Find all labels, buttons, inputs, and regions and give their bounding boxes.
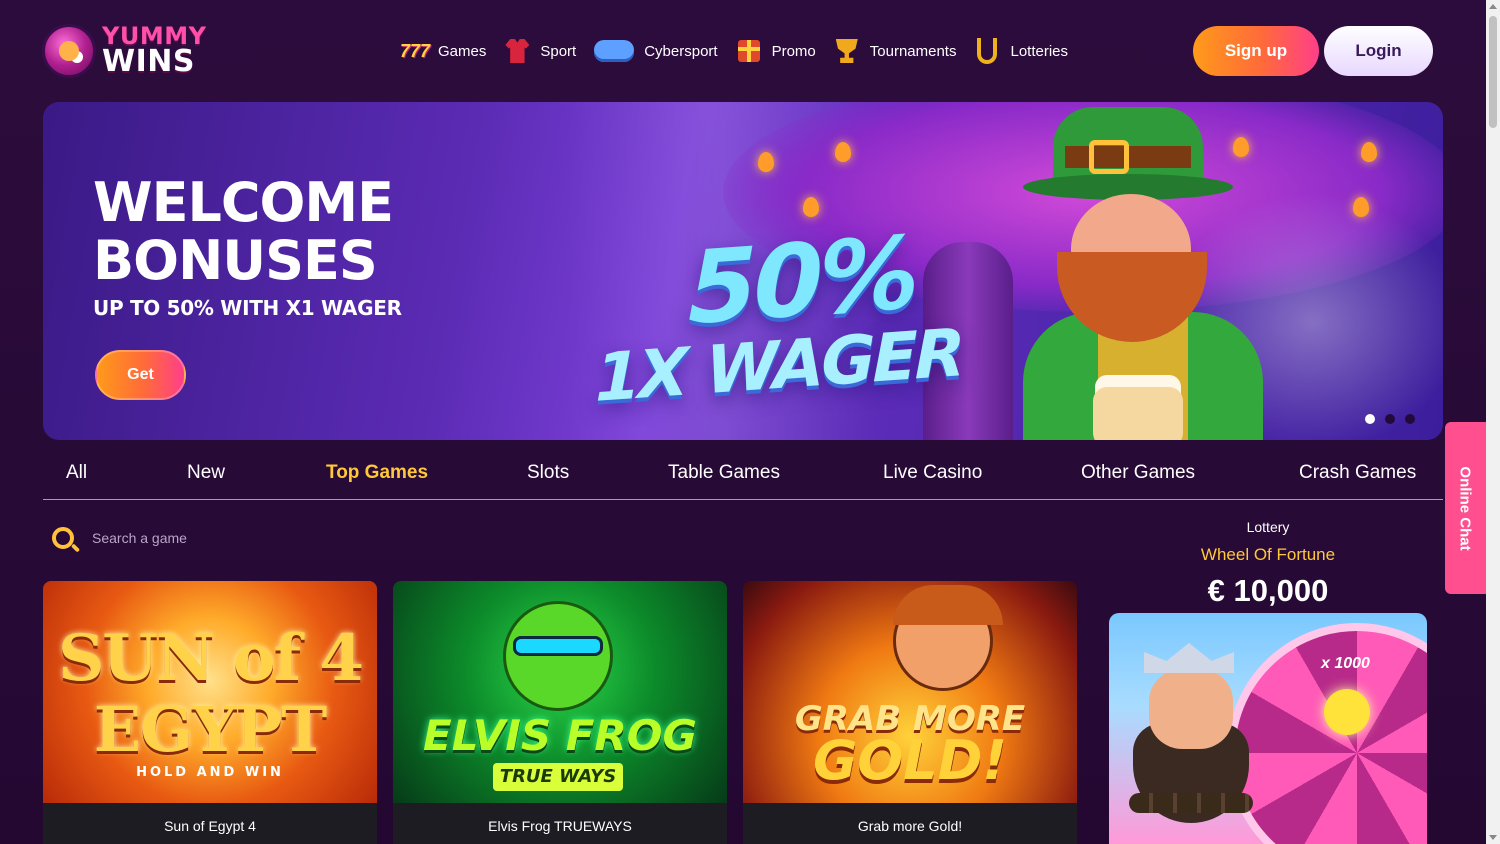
search-icon[interactable] <box>52 527 74 549</box>
tab-all[interactable]: All <box>66 462 87 484</box>
banner-title-line-1: WELCOME <box>93 171 394 234</box>
slot-777-icon: 777 <box>399 40 431 61</box>
nav-item-games[interactable]: 777 Games <box>400 38 486 64</box>
scrollbar-thumb[interactable] <box>1489 16 1497 128</box>
scroll-down-arrow-icon[interactable] <box>1489 835 1497 840</box>
banner-subtitle: UP TO 50% WITH X1 WAGER <box>93 296 402 320</box>
carousel-dot-1[interactable] <box>1365 414 1375 424</box>
nav-label: Games <box>438 42 487 60</box>
banner-get-button[interactable]: Get <box>95 350 186 400</box>
game-name[interactable]: Sun of Egypt 4 <box>43 803 377 844</box>
game-thumbnail[interactable]: ELVIS FROG TRUE WAYS <box>393 581 727 803</box>
nav-item-sport[interactable]: Sport <box>502 38 576 64</box>
tab-slots[interactable]: Slots <box>527 462 569 484</box>
lottery-image[interactable]: x 1000 <box>1109 613 1427 844</box>
hero-banner[interactable]: WELCOME BONUSES UP TO 50% WITH X1 WAGER … <box>43 102 1443 440</box>
lottery-panel: Lottery Wheel Of Fortune € 10,000 x 1000 <box>1109 515 1427 844</box>
game-art-tagline: TRUE WAYS <box>493 763 623 791</box>
game-card[interactable]: SUN of 4 EGYPT HOLD AND WIN Sun of Egypt… <box>43 581 377 844</box>
jersey-icon <box>502 38 532 64</box>
nav-label: Lotteries <box>1010 42 1069 60</box>
game-art-title: GOLD! <box>812 729 1008 792</box>
lottery-prize: € 10,000 <box>1207 573 1329 608</box>
logo-mascot-icon <box>42 24 96 78</box>
lottery-name[interactable]: Wheel Of Fortune <box>1109 545 1427 565</box>
nav-item-cybersport[interactable]: Cybersport <box>592 38 718 64</box>
carousel-dot-2[interactable] <box>1385 414 1395 424</box>
logo-text: YUMMY WINS <box>102 24 207 80</box>
nav-label: Cybersport <box>644 42 718 60</box>
wheel-multiplier: x 1000 <box>1321 655 1370 672</box>
gift-icon <box>734 38 764 64</box>
category-tabs: All New Top Games Slots Table Games Live… <box>43 452 1443 500</box>
online-chat-label: Online Chat <box>1457 465 1475 551</box>
game-thumbnail[interactable]: SUN of 4 EGYPT HOLD AND WIN <box>43 581 377 803</box>
tab-other-games[interactable]: Other Games <box>1081 462 1195 484</box>
carousel-dots <box>1365 414 1425 424</box>
coin <box>1324 689 1370 735</box>
tab-live-casino[interactable]: Live Casino <box>883 462 982 484</box>
lantern-leaf <box>803 197 819 217</box>
game-art-tagline: HOLD AND WIN <box>136 765 284 780</box>
game-card[interactable]: GRAB MORE GOLD! Grab more Gold! <box>743 581 1077 844</box>
lantern-leaf <box>758 152 774 172</box>
horseshoe-icon <box>972 38 1002 64</box>
nav-item-promo[interactable]: Promo <box>734 38 816 64</box>
lantern-leaf <box>835 142 851 162</box>
trophy-icon <box>832 38 862 64</box>
game-search <box>43 515 1083 561</box>
game-name[interactable]: Elvis Frog TRUEWAYS <box>393 803 727 844</box>
nav-item-tournaments[interactable]: Tournaments <box>832 38 957 64</box>
login-button[interactable]: Login <box>1324 26 1433 76</box>
main-nav: 777 Games Sport Cybersport Promo Tournam… <box>400 34 1084 68</box>
online-chat-tab[interactable]: Online Chat <box>1445 422 1486 594</box>
nav-label: Sport <box>540 42 577 60</box>
lottery-label: Lottery <box>1246 519 1290 535</box>
game-name[interactable]: Grab more Gold! <box>743 803 1077 844</box>
logo[interactable]: YUMMY WINS <box>42 20 207 82</box>
signup-button[interactable]: Sign up <box>1193 26 1319 76</box>
gamepad-icon <box>592 38 636 64</box>
lantern-leaf <box>1361 142 1377 162</box>
nav-label: Tournaments <box>869 42 957 60</box>
game-art-title: SUN of 4 <box>58 621 364 696</box>
nav-label: Promo <box>771 42 816 60</box>
game-thumbnail[interactable]: GRAB MORE GOLD! <box>743 581 1077 803</box>
header: YUMMY WINS 777 Games Sport Cybersport Pr… <box>0 0 1486 100</box>
tab-new[interactable]: New <box>187 462 225 484</box>
search-input[interactable] <box>92 518 992 558</box>
nav-item-lotteries[interactable]: Lotteries <box>972 38 1068 64</box>
tab-table-games[interactable]: Table Games <box>668 462 780 484</box>
lantern-leaf <box>1353 197 1369 217</box>
tab-top-games[interactable]: Top Games <box>326 462 428 484</box>
game-card[interactable]: ELVIS FROG TRUE WAYS Elvis Frog TRUEWAYS <box>393 581 727 844</box>
scroll-up-arrow-icon[interactable] <box>1489 4 1497 9</box>
page: YUMMY WINS 777 Games Sport Cybersport Pr… <box>0 0 1486 844</box>
banner-title: WELCOME BONUSES <box>93 171 394 292</box>
tab-crash-games[interactable]: Crash Games <box>1299 462 1416 484</box>
leprechaun-illustration <box>1003 102 1283 440</box>
game-art-title: EGYPT <box>93 693 327 766</box>
king-illustration <box>1119 643 1259 843</box>
carousel-dot-3[interactable] <box>1405 414 1415 424</box>
game-art-title: ELVIS FROG <box>423 711 697 760</box>
logo-line-2: WINS <box>102 44 195 80</box>
page-scrollbar[interactable] <box>1486 0 1500 844</box>
banner-title-line-2: BONUSES <box>93 229 378 292</box>
